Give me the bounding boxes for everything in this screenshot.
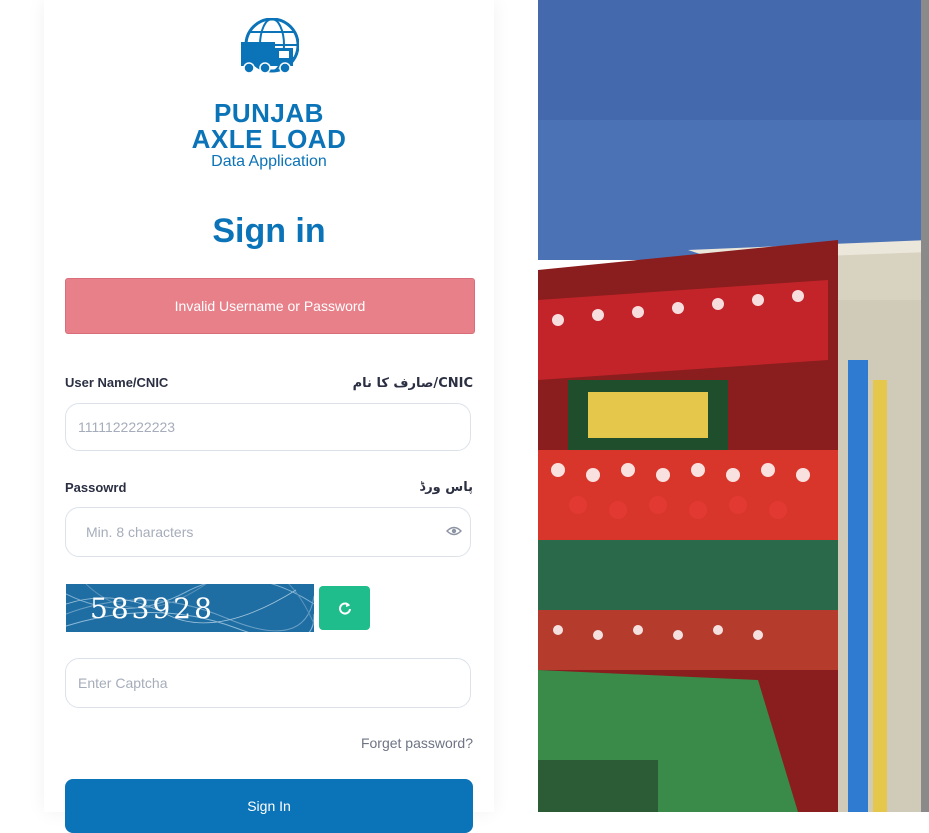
password-label-urdu: پاس ورڈ	[419, 480, 473, 495]
sign-in-button[interactable]: Sign In	[65, 779, 473, 833]
brand-subtitle: Data Application	[211, 153, 327, 170]
error-alert: Invalid Username or Password	[65, 278, 475, 334]
page-title: Sign in	[212, 212, 326, 250]
login-panel: PUNJAB AXLE LOAD Data Application Sign i…	[44, 0, 494, 833]
password-field[interactable]	[65, 507, 471, 557]
captcha-code: 583928	[90, 592, 215, 625]
captcha-refresh-button[interactable]	[319, 586, 370, 630]
scrollbar[interactable]	[921, 0, 929, 812]
password-label: Passowrd	[65, 480, 127, 495]
captcha-image: 583928	[66, 584, 314, 632]
forgot-password-link[interactable]: Forget password?	[344, 735, 473, 751]
eye-icon[interactable]	[446, 524, 462, 538]
hero-image-truck-art	[538, 0, 929, 812]
username-input[interactable]	[66, 404, 418, 450]
username-field[interactable]	[65, 403, 471, 451]
refresh-icon	[338, 602, 351, 615]
brand-title-line2: AXLE LOAD	[191, 124, 347, 154]
username-label-urdu: CNIC/صارف کا نام	[352, 376, 473, 391]
brand-title-line1: PUNJAB	[214, 98, 324, 128]
captcha-input[interactable]	[66, 659, 418, 707]
username-label: User Name/CNIC	[65, 375, 169, 390]
truck-globe-icon	[241, 18, 299, 74]
password-input[interactable]	[66, 508, 426, 556]
captcha-field[interactable]	[65, 658, 471, 708]
